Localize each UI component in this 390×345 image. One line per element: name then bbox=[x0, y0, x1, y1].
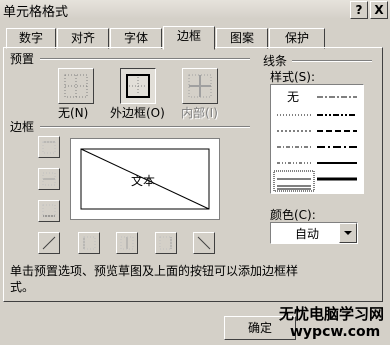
watermark-url: wypcw.com bbox=[290, 324, 381, 340]
tab-alignment[interactable]: 对齐 bbox=[57, 28, 109, 49]
close-button[interactable]: X bbox=[370, 1, 388, 19]
diagonal-up-icon bbox=[42, 236, 56, 250]
line-style-label: 样式(S): bbox=[270, 70, 316, 84]
border-middle-icon bbox=[42, 172, 56, 186]
watermark-title: 无忧电脑学习网 bbox=[279, 305, 385, 323]
line-divider bbox=[292, 60, 372, 62]
preview-text: 文本 bbox=[131, 174, 156, 188]
border-group-label: 边框 bbox=[10, 120, 35, 134]
border-center-button[interactable] bbox=[116, 232, 138, 254]
line-style-samples bbox=[273, 96, 357, 192]
preset-outline-label: 外边框(O) bbox=[110, 106, 165, 120]
border-divider bbox=[40, 126, 250, 128]
border-top-icon bbox=[42, 141, 56, 154]
presets-divider bbox=[40, 58, 250, 60]
line-group-label: 线条 bbox=[263, 54, 288, 68]
border-preview[interactable]: 文本 bbox=[70, 138, 220, 220]
diagonal-down-icon bbox=[197, 236, 211, 250]
border-right-icon bbox=[159, 236, 172, 250]
preset-outline-button[interactable] bbox=[120, 68, 156, 104]
line-color-label: 颜色(C): bbox=[270, 208, 316, 222]
chevron-down-icon bbox=[344, 231, 352, 235]
border-center-icon bbox=[120, 236, 134, 250]
hint-text: 单击预置选项、预览草图及上面的按钮可以添加边框样式。 bbox=[10, 264, 299, 294]
tab-protection[interactable]: 保护 bbox=[269, 28, 325, 49]
border-bottom-button[interactable] bbox=[38, 200, 60, 222]
title-bar: 单元格格式 ? X bbox=[0, 0, 390, 20]
line-style-list[interactable]: 无 bbox=[270, 84, 364, 194]
line-color-dropdown-button[interactable] bbox=[339, 223, 357, 243]
preset-none-icon bbox=[64, 74, 88, 98]
tab-patterns[interactable]: 图案 bbox=[216, 28, 268, 49]
border-left-icon bbox=[83, 236, 96, 250]
preset-outline-icon bbox=[126, 74, 150, 98]
preset-inside-icon bbox=[188, 74, 212, 98]
line-color-select[interactable]: 自动 bbox=[270, 222, 358, 244]
line-color-value: 自动 bbox=[295, 227, 320, 241]
preset-none-button[interactable] bbox=[58, 68, 94, 104]
tab-font[interactable]: 字体 bbox=[110, 28, 162, 49]
border-left-button[interactable] bbox=[78, 232, 100, 254]
tab-border[interactable]: 边框 bbox=[163, 26, 215, 50]
window-title: 单元格格式 bbox=[3, 5, 69, 20]
border-top-button[interactable] bbox=[38, 136, 60, 158]
preset-inside-label: 内部(I) bbox=[181, 106, 218, 120]
preset-none-label: 无(N) bbox=[58, 106, 89, 120]
border-diag-down-button[interactable] bbox=[193, 232, 215, 254]
border-right-button[interactable] bbox=[155, 232, 177, 254]
border-middle-button[interactable] bbox=[38, 168, 60, 190]
border-bottom-icon bbox=[42, 204, 56, 217]
preset-inside-button[interactable] bbox=[182, 68, 218, 104]
presets-group-label: 预置 bbox=[10, 52, 35, 66]
help-button[interactable]: ? bbox=[350, 1, 368, 19]
tab-number[interactable]: 数字 bbox=[6, 28, 56, 49]
border-diag-up-button[interactable] bbox=[38, 232, 60, 254]
